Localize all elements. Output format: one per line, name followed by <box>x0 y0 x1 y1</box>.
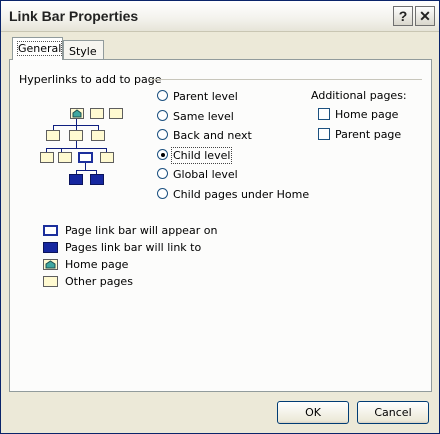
diagram-connector <box>46 148 107 149</box>
radio-global-level-label[interactable]: Global level <box>173 168 238 181</box>
diagram-connector <box>76 170 97 171</box>
diagram-linked-page-icon <box>69 174 83 185</box>
legend-page-link-bar-label: Page link bar will appear on <box>65 224 218 237</box>
radio-global-level[interactable] <box>157 168 168 179</box>
diagram-page-icon <box>91 130 105 141</box>
diagram-page-icon <box>58 152 72 163</box>
legend-linked-pages-label: Pages link bar will link to <box>65 241 202 254</box>
radio-back-and-next[interactable] <box>157 129 168 140</box>
radio-child-pages-under-home-label[interactable]: Child pages under Home <box>173 188 309 201</box>
hyperlinks-group-label: Hyperlinks to add to page <box>19 73 162 86</box>
radio-parent-level-label[interactable]: Parent level <box>173 90 238 103</box>
diagram-linked-page-icon <box>90 174 104 185</box>
tab-style-label: Style <box>69 45 97 58</box>
page-link-bar-icon <box>43 225 58 236</box>
other-page-icon <box>43 276 58 287</box>
diagram-home-page-icon <box>70 108 84 119</box>
general-panel: Hyperlinks to add to page Parent level S… <box>9 59 432 392</box>
diagram-page-icon <box>109 108 123 119</box>
linked-page-icon <box>43 242 58 253</box>
legend-other-pages-label: Other pages <box>65 275 133 288</box>
diagram-page-icon <box>46 130 60 141</box>
radio-same-level[interactable] <box>157 110 168 121</box>
close-button[interactable]: ✕ <box>415 6 435 26</box>
group-divider <box>150 79 422 80</box>
window-title: Link Bar Properties <box>9 8 139 24</box>
checkbox-parent-page[interactable] <box>318 128 330 140</box>
tab-general-label: General <box>16 41 63 56</box>
diagram-page-icon <box>90 108 104 119</box>
diagram-page-icon <box>100 152 114 163</box>
home-page-icon <box>43 259 58 270</box>
checkbox-parent-page-label[interactable]: Parent page <box>335 128 401 141</box>
radio-child-level[interactable] <box>157 149 168 160</box>
link-bar-properties-dialog: Link Bar Properties ? ✕ General Style Hy… <box>0 0 440 434</box>
diagram-page-icon <box>40 152 54 163</box>
tab-style[interactable]: Style <box>63 40 104 60</box>
cancel-button[interactable]: Cancel <box>357 401 429 424</box>
radio-same-level-label[interactable]: Same level <box>173 110 234 123</box>
diagram-page-icon <box>69 130 83 141</box>
checkbox-home-page[interactable] <box>318 108 330 120</box>
radio-parent-level[interactable] <box>157 90 168 101</box>
additional-pages-label: Additional pages: <box>311 89 407 102</box>
title-bar: Link Bar Properties ? ✕ <box>1 1 439 32</box>
radio-back-and-next-label[interactable]: Back and next <box>173 129 252 142</box>
diagram-connector <box>76 141 77 148</box>
legend-home-page-label: Home page <box>65 258 129 271</box>
checkbox-home-page-label[interactable]: Home page <box>335 108 398 121</box>
tab-general[interactable]: General <box>12 37 63 60</box>
radio-child-level-label[interactable]: Child level <box>170 147 233 164</box>
ok-button[interactable]: OK <box>277 401 349 424</box>
diagram-current-page-icon <box>78 152 93 163</box>
diagram-connector <box>85 163 86 170</box>
help-button[interactable]: ? <box>393 6 413 26</box>
radio-child-pages-under-home[interactable] <box>157 188 168 199</box>
